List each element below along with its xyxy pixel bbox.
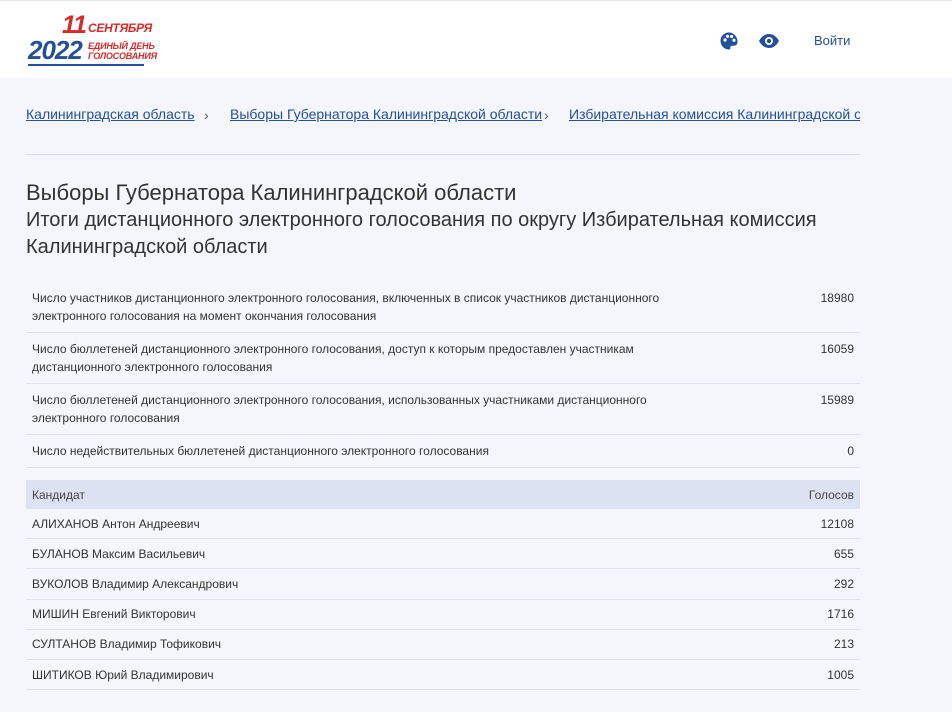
stat-value: 0 — [847, 444, 854, 458]
table-row: Число бюллетеней дистанционного электрон… — [26, 333, 860, 384]
column-header-candidate: Кандидат — [32, 487, 85, 502]
breadcrumb-commission[interactable]: Избирательная комиссия Калининградской о… — [569, 106, 860, 122]
logo-year: 2022 — [28, 35, 83, 65]
candidate-votes: 292 — [833, 576, 854, 591]
table-header: Кандидат Голосов — [26, 480, 860, 509]
stat-label: Число участников дистанционного электрон… — [32, 291, 660, 323]
logo-month: СЕНТЯБРЯ — [88, 21, 152, 35]
table-row: ШИТИКОВ Юрий Владимирович 1005 — [26, 660, 860, 691]
candidate-name: ШИТИКОВ Юрий Владимирович — [32, 667, 214, 682]
candidates-table: Кандидат Голосов АЛИХАНОВ Антон Андрееви… — [26, 480, 860, 691]
election-logo[interactable]: 11 СЕНТЯБРЯ 2022 ЕДИНЫЙ ДЕНЬ ГОЛОСОВАНИЯ — [28, 13, 157, 69]
breadcrumb: Калининградская область › Выборы Губерна… — [26, 106, 860, 124]
stat-label: Число бюллетеней дистанционного электрон… — [32, 342, 634, 374]
logo-line1: ЕДИНЫЙ ДЕНЬ — [88, 41, 155, 51]
table-row: БУЛАНОВ Максим Васильевич 655 — [26, 539, 860, 570]
stat-label: Число бюллетеней дистанционного электрон… — [32, 393, 647, 425]
page-title: Выборы Губернатора Калининградской облас… — [26, 180, 517, 205]
table-row: МИШИН Евгений Викторович 1716 — [26, 600, 860, 630]
stats-table: Число участников дистанционного электрон… — [26, 282, 860, 468]
candidate-name: ВУКОЛОВ Владимир Александрович — [32, 576, 239, 591]
column-header-votes: Голосов — [808, 487, 854, 502]
candidate-votes: 213 — [833, 637, 854, 652]
stat-value: 16059 — [820, 342, 854, 356]
stat-label: Число недействительных бюллетеней дистан… — [32, 444, 489, 458]
divider — [26, 154, 860, 155]
candidate-votes: 1716 — [827, 607, 854, 622]
candidate-votes: 655 — [833, 546, 854, 561]
candidate-name: АЛИХАНОВ Антон Андреевич — [32, 516, 200, 531]
chevron-right-icon: › — [204, 107, 209, 123]
stat-value: 18980 — [820, 291, 854, 305]
table-row: Число бюллетеней дистанционного электрон… — [26, 384, 860, 435]
palette-icon[interactable] — [718, 30, 740, 52]
eye-icon[interactable] — [758, 30, 780, 52]
table-row: Число недействительных бюллетеней дистан… — [26, 435, 860, 468]
breadcrumb-region[interactable]: Калининградская область — [26, 106, 195, 122]
candidate-name: МИШИН Евгений Викторович — [32, 607, 196, 622]
breadcrumb-election[interactable]: Выборы Губернатора Калининградской облас… — [230, 106, 542, 122]
page-subtitle: Итоги дистанционного электронного голосо… — [26, 209, 817, 258]
chevron-right-icon: › — [544, 107, 549, 123]
site-header: 11 СЕНТЯБРЯ 2022 ЕДИНЫЙ ДЕНЬ ГОЛОСОВАНИЯ… — [0, 0, 952, 78]
stat-value: 15989 — [820, 393, 854, 407]
candidate-votes: 12108 — [820, 516, 854, 531]
candidate-name: БУЛАНОВ Максим Васильевич — [32, 546, 206, 561]
candidate-name: СУЛТАНОВ Владимир Тофикович — [32, 637, 222, 652]
table-row: ВУКОЛОВ Владимир Александрович 292 — [26, 569, 860, 600]
logo-underline — [28, 64, 144, 66]
table-row: АЛИХАНОВ Антон Андреевич 12108 — [26, 509, 860, 540]
candidate-votes: 1005 — [827, 667, 854, 682]
table-row: СУЛТАНОВ Владимир Тофикович 213 — [26, 630, 860, 660]
table-row: Число участников дистанционного электрон… — [26, 282, 860, 333]
login-link[interactable]: Войти — [814, 33, 850, 48]
logo-line2: ГОЛОСОВАНИЯ — [88, 51, 157, 61]
